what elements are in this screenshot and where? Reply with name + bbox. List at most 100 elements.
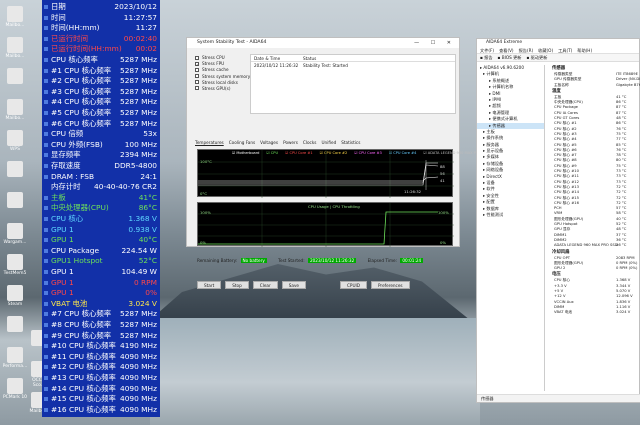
osd-bullet-icon xyxy=(44,217,48,221)
desktop-shortcut[interactable] xyxy=(2,192,28,209)
window-controls[interactable]: — ☐ ✕ xyxy=(414,38,456,48)
checkbox[interactable] xyxy=(195,67,199,72)
stability-test-window: System Stability Test - AIDA64 — ☐ ✕ Str… xyxy=(186,37,490,289)
log-row[interactable]: 2023/10/12 11:26:32 Stability Test: Star… xyxy=(251,62,455,69)
desktop-shortcut[interactable]: WPS xyxy=(2,130,28,152)
osd-bullet-icon xyxy=(44,386,48,391)
sensor-row[interactable]: ADATA LEGEND 960 MAX PRO SSD 46 °C xyxy=(546,243,640,248)
desktop-shortcut[interactable] xyxy=(2,161,28,178)
sensor-section-header: 冷却风扇 xyxy=(552,249,570,255)
app-icon xyxy=(7,378,23,394)
preferences-button[interactable]: Preferences xyxy=(370,281,410,289)
toolbar-button[interactable]: ▪ 报告 xyxy=(480,55,493,60)
osd-bullet-icon xyxy=(44,323,48,327)
osd-bullet-icon xyxy=(44,121,48,126)
menu-item[interactable]: 帮助(H) xyxy=(577,48,592,53)
app-icon xyxy=(7,223,23,239)
stress-option[interactable]: Stress GPU(s) xyxy=(195,86,250,92)
checkbox[interactable] xyxy=(195,86,199,91)
temperature-graph: ☑ Motherboard ☑ CPU ☑ CPU Core #1 ☑ CPU Cor… xyxy=(197,149,490,198)
tab-powers[interactable]: Powers xyxy=(283,140,298,145)
desktop-shortcut[interactable] xyxy=(2,316,28,333)
desktop-shortcut[interactable]: Wargam... xyxy=(2,223,28,245)
checkbox[interactable]: ✓ xyxy=(195,61,199,66)
desktop-shortcut[interactable] xyxy=(2,68,28,85)
tab-cooling-fans[interactable]: Cooling Fans xyxy=(229,140,255,145)
cpuid-button[interactable]: CPUID xyxy=(340,281,367,289)
tab-voltages[interactable]: Voltages xyxy=(260,140,278,145)
app-icon xyxy=(7,285,23,301)
aida64-toolbar: ▪ 报告 ▪ BIOS 更新 ▪ 驱动更新 xyxy=(477,54,639,62)
app-icon xyxy=(7,99,23,115)
desktop-shortcut[interactable]: Mailbo... xyxy=(2,37,28,59)
stress-option-label: Stress CPU xyxy=(202,55,225,60)
osd-bullet-icon xyxy=(44,5,48,9)
desktop-shortcut[interactable]: Performa... xyxy=(2,347,28,369)
elapsed-label: Elapsed Time: xyxy=(367,258,398,263)
menu-item[interactable]: 收藏(O) xyxy=(538,48,553,53)
battery-label: Remaining Battery: xyxy=(197,258,238,263)
osd-bullet-icon xyxy=(44,270,48,274)
tree-node[interactable]: ▸ 性能测试 xyxy=(477,212,544,218)
osd-bullet-icon xyxy=(44,354,48,359)
aida64-main-window: AIDA64 Extreme 文件(F) 查看(V) 报告(R) 收藏(O) 工具(T)… xyxy=(476,38,640,403)
desktop-shortcut[interactable]: PCMark 10 xyxy=(2,378,28,400)
desktop-shortcut-label: Wargam... xyxy=(3,240,27,245)
toolbar-button[interactable]: ▪ 驱动更新 xyxy=(526,55,547,60)
usage-lines xyxy=(198,203,454,247)
osd-overlay: 日期 2023/10/12 时间 11:27:57 时间(HH:mm) 11:27 已运行时… xyxy=(42,0,160,417)
menu-item[interactable]: 报告(R) xyxy=(519,48,534,53)
osd-bullet-icon xyxy=(44,36,48,41)
sensor-panel: 传感器 传感器类型 ITE IT8689E GPU 传感器类型 Driver (NV-D… xyxy=(546,65,640,391)
tab-clocks[interactable]: Clocks xyxy=(303,140,317,145)
test-started-value: 2023/10/12 11:26:32 xyxy=(307,258,357,263)
sensor-row[interactable]: 主板名称 Gigabyte B760M xyxy=(546,83,640,88)
checkbox[interactable] xyxy=(195,74,199,79)
desktop-shortcut-label: Steam xyxy=(7,302,23,307)
log-header: Date & Time Status xyxy=(251,55,455,62)
menu-item[interactable]: 查看(V) xyxy=(499,48,514,53)
test-info-row: Remaining Battery: No battery Test Start… xyxy=(197,258,424,263)
app-icon xyxy=(7,130,23,146)
osd-bullet-icon xyxy=(44,132,48,137)
test-started-label: Test Started: xyxy=(278,258,305,263)
desktop-shortcut[interactable]: Mailbo... xyxy=(2,99,28,121)
menu-item[interactable]: 工具(T) xyxy=(558,48,572,53)
menu-item[interactable]: 文件(F) xyxy=(480,48,494,53)
stress-option-label: Stress FPU xyxy=(202,61,225,67)
temperature-lines xyxy=(198,150,454,198)
checkbox[interactable] xyxy=(195,80,199,85)
tab-unified[interactable]: Unified xyxy=(321,140,336,145)
tab-temperatures[interactable]: Temperatures xyxy=(195,140,224,145)
log-header-status: Status xyxy=(303,56,317,61)
osd-bullet-icon xyxy=(44,174,48,179)
sensor-row[interactable]: VBAT 电池 3.024 V xyxy=(546,310,640,315)
aida64-title: AIDA64 Extreme xyxy=(477,39,639,47)
start-button[interactable]: Start xyxy=(197,281,222,289)
osd-bullet-icon xyxy=(44,100,48,105)
tab-statistics[interactable]: Statistics xyxy=(341,140,360,145)
app-icon xyxy=(7,68,23,84)
osd-bullet-icon xyxy=(44,206,48,211)
desktop-shortcut-label: Performa... xyxy=(2,364,28,369)
toolbar-button[interactable]: ▪ BIOS 更新 xyxy=(498,55,522,60)
desktop-shortcut-label: TestMem5 xyxy=(3,271,27,276)
osd-value: 4090 MHz xyxy=(120,404,157,414)
osd-bullet-icon xyxy=(44,280,48,285)
osd-bullet-icon xyxy=(44,227,48,232)
desktop-shortcut[interactable]: TestMem5 xyxy=(2,254,28,276)
battery-value: No battery xyxy=(240,258,267,263)
checkbox[interactable] xyxy=(195,55,199,60)
osd-bullet-icon xyxy=(44,153,48,158)
desktop-shortcut[interactable]: Mailbo... xyxy=(2,6,28,28)
sensor-row[interactable]: GPU 2 0 RPM (0%) xyxy=(546,266,640,271)
elapsed-value: 00:01:24 xyxy=(400,258,424,263)
stop-button[interactable]: Stop xyxy=(225,281,249,289)
clear-button[interactable]: Clear xyxy=(252,281,278,289)
desktop-shortcut[interactable]: Steam xyxy=(2,285,28,307)
graph-tabs: Temperatures Cooling Fans Voltages Powers Cl… xyxy=(195,139,365,147)
save-button[interactable]: Save xyxy=(281,281,306,289)
osd-bullet-icon xyxy=(44,312,48,317)
sensor-value: 0 RPM (0%) xyxy=(616,266,638,271)
sensor-name: GPU 2 xyxy=(554,266,566,271)
